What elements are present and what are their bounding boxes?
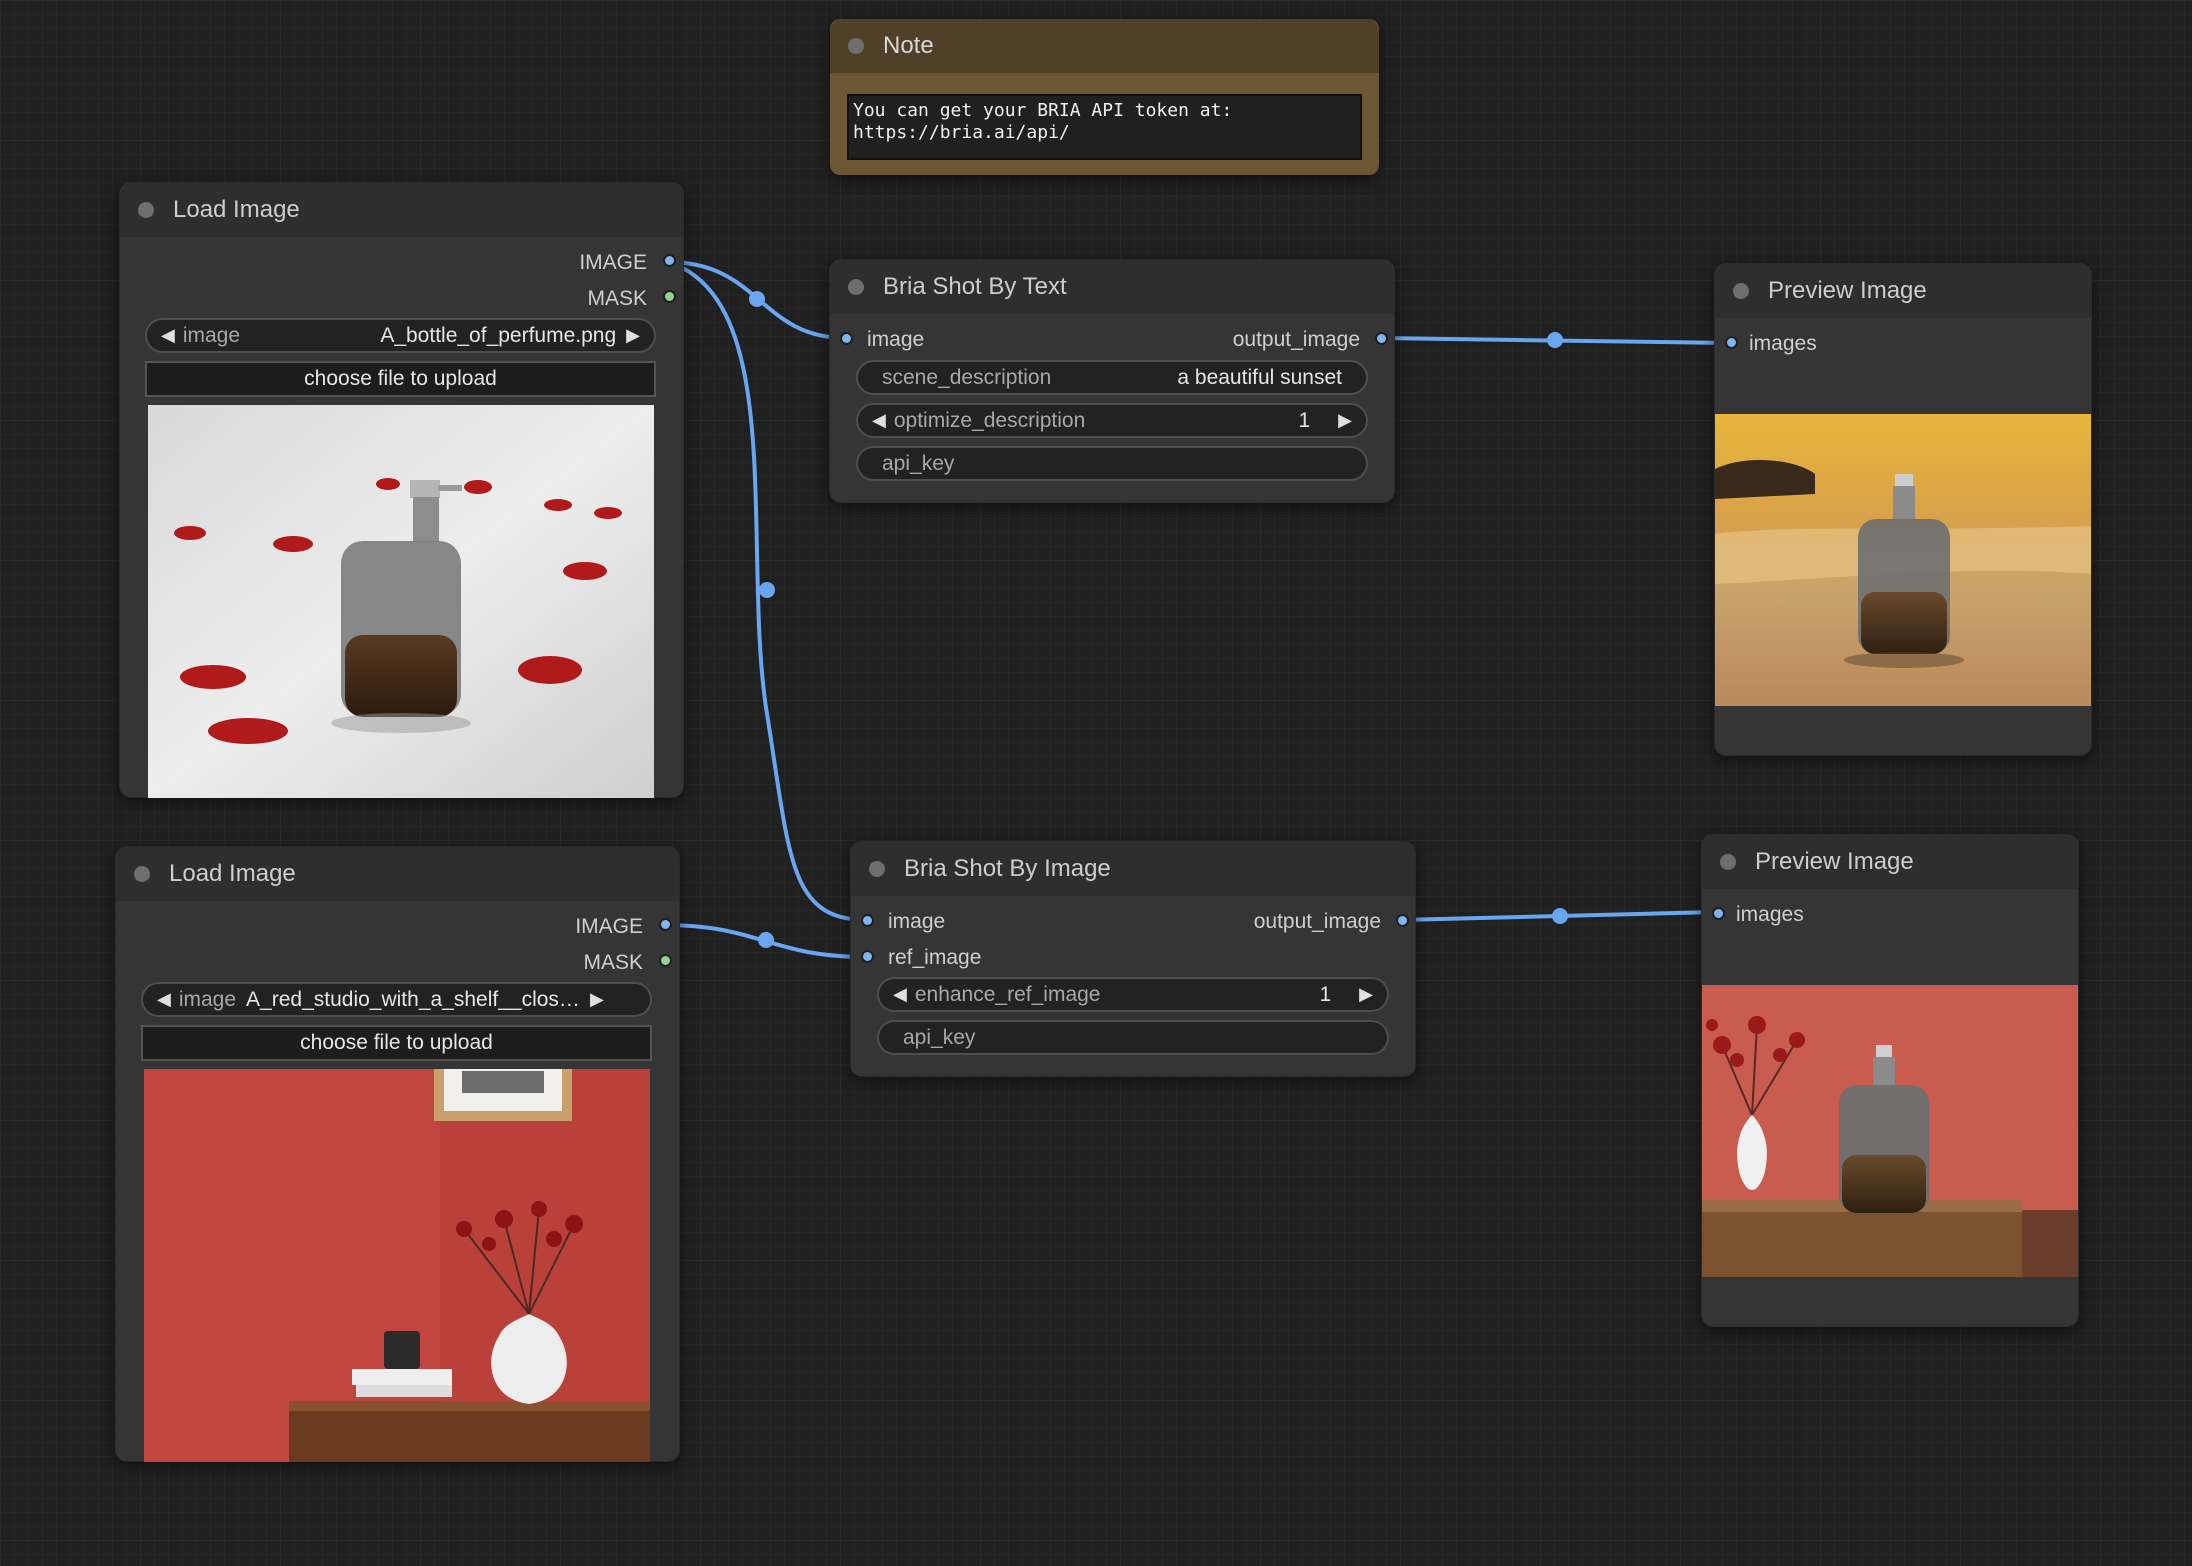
widget-name: enhance_ref_image — [914, 982, 1101, 1006]
input-port-image[interactable] — [861, 914, 874, 927]
decrement-arrow-icon[interactable]: ◀ — [893, 984, 907, 1005]
wire-reroute-dot — [758, 932, 774, 948]
combo-next-arrow-icon[interactable]: ▶ — [590, 989, 604, 1010]
widget-name: scene_description — [882, 365, 1052, 389]
preview-image-node-2[interactable]: Preview Image images — [1701, 834, 2079, 1327]
wire-reroute-dot — [759, 582, 775, 598]
output-label-mask: MASK — [587, 287, 647, 310]
combo-next-arrow-icon[interactable]: ▶ — [626, 325, 640, 346]
bria-shot-by-image-node[interactable]: Bria Shot By Image image ref_image outpu… — [850, 841, 1416, 1077]
note-line-1: You can get your BRIA API token at: — [853, 100, 1233, 121]
input-label-image: image — [888, 910, 946, 933]
output-image-preview — [1702, 985, 2078, 1277]
widget-name: api_key — [882, 451, 955, 475]
image-file-combo[interactable]: ◀ image A_bottle_of_perfume.png ▶ — [145, 318, 656, 353]
node-header[interactable]: Bria Shot By Image — [851, 842, 1415, 896]
optimize-description-stepper[interactable]: ◀ optimize_description 1 ▶ — [856, 403, 1368, 438]
wire-shot-by-image-to-preview2 — [1399, 910, 1719, 922]
node-title: Preview Image — [1768, 277, 1927, 304]
upload-button[interactable]: choose file to upload — [141, 1025, 652, 1061]
widget-name: api_key — [903, 1025, 976, 1049]
node-header[interactable]: Load Image — [116, 847, 679, 901]
wire-reroute-dot — [1552, 908, 1568, 924]
input-label-image: image — [867, 328, 925, 351]
enhance-ref-image-stepper[interactable]: ◀ enhance_ref_image 1 ▶ — [877, 977, 1389, 1012]
widget-name: optimize_description — [893, 408, 1086, 432]
node-header[interactable]: Preview Image — [1715, 264, 2091, 318]
node-title: Preview Image — [1755, 848, 1914, 875]
widget-value: 1 — [1319, 982, 1332, 1006]
output-image-preview — [1715, 414, 2091, 706]
input-port-images[interactable] — [1725, 336, 1738, 349]
decrement-arrow-icon[interactable]: ◀ — [872, 410, 886, 431]
image-preview — [148, 405, 654, 798]
output-port-image[interactable] — [659, 918, 672, 931]
note-title: Note — [883, 32, 934, 59]
note-textarea[interactable]: You can get your BRIA API token at: https… — [847, 94, 1362, 160]
node-title: Bria Shot By Text — [883, 273, 1067, 300]
output-port-mask[interactable] — [663, 290, 676, 303]
node-title: Bria Shot By Image — [904, 855, 1111, 882]
combo-name: image — [178, 987, 237, 1011]
image-preview — [144, 1069, 650, 1462]
output-label-image: IMAGE — [579, 251, 647, 274]
output-port-output-image[interactable] — [1396, 914, 1409, 927]
collapse-dot-icon[interactable] — [1733, 283, 1749, 299]
output-label-image: IMAGE — [575, 915, 643, 938]
input-label-images: images — [1749, 332, 1817, 355]
load-image-node-1[interactable]: Load Image IMAGE MASK ◀ image A_bottle_o… — [119, 182, 684, 798]
collapse-dot-icon[interactable] — [869, 861, 885, 877]
input-port-image[interactable] — [840, 332, 853, 345]
node-title: Load Image — [173, 196, 300, 223]
combo-value: A_red_studio_with_a_shelf__clos… — [246, 987, 580, 1011]
wire-reroute-dot — [1547, 332, 1563, 348]
preview-image-node-1[interactable]: Preview Image images — [1714, 263, 2092, 756]
output-port-mask[interactable] — [659, 954, 672, 967]
note-line-2: https://bria.ai/api/ — [853, 122, 1070, 143]
output-port-image[interactable] — [663, 254, 676, 267]
upload-button[interactable]: choose file to upload — [145, 361, 656, 397]
increment-arrow-icon[interactable]: ▶ — [1338, 410, 1352, 431]
api-key-field[interactable]: api_key — [856, 446, 1368, 481]
combo-prev-arrow-icon[interactable]: ◀ — [161, 325, 175, 346]
bria-shot-by-text-node[interactable]: Bria Shot By Text image output_image sce… — [829, 259, 1395, 503]
scene-description-field[interactable]: scene_description a beautiful sunset — [856, 360, 1368, 395]
increment-arrow-icon[interactable]: ▶ — [1359, 984, 1373, 1005]
wire-load2-to-shot-by-image-ref — [663, 923, 868, 959]
image-file-combo[interactable]: ◀ image A_red_studio_with_a_shelf__clos…… — [141, 982, 652, 1017]
collapse-dot-icon[interactable] — [1720, 854, 1736, 870]
combo-prev-arrow-icon[interactable]: ◀ — [157, 989, 171, 1010]
node-title: Load Image — [169, 860, 296, 887]
widget-value: 1 — [1298, 408, 1311, 432]
collapse-dot-icon[interactable] — [138, 202, 154, 218]
node-header[interactable]: Preview Image — [1702, 835, 2078, 889]
output-label-output-image: output_image — [1253, 910, 1381, 933]
wire-load1-to-shot-by-text — [667, 260, 847, 340]
input-label-ref-image: ref_image — [888, 946, 982, 969]
output-label-output-image: output_image — [1232, 328, 1360, 351]
widget-value: a beautiful sunset — [1177, 365, 1342, 389]
output-label-mask: MASK — [583, 951, 643, 974]
combo-name: image — [182, 323, 241, 347]
combo-value: A_bottle_of_perfume.png — [380, 323, 617, 347]
collapse-dot-icon[interactable] — [134, 866, 150, 882]
output-port-output-image[interactable] — [1375, 332, 1388, 345]
input-port-ref-image[interactable] — [861, 950, 874, 963]
collapse-dot-icon[interactable] — [848, 279, 864, 295]
note-node[interactable]: Note You can get your BRIA API token at:… — [830, 19, 1379, 175]
input-label-images: images — [1736, 903, 1804, 926]
wire-reroute-dot — [749, 291, 765, 307]
input-port-images[interactable] — [1712, 907, 1725, 920]
node-header[interactable]: Load Image — [120, 183, 683, 237]
node-header[interactable]: Bria Shot By Text — [830, 260, 1394, 314]
api-key-field[interactable]: api_key — [877, 1020, 1389, 1055]
note-header[interactable]: Note — [830, 19, 1379, 73]
wire-shot-by-text-to-preview1 — [1377, 336, 1732, 345]
collapse-dot-icon[interactable] — [848, 38, 864, 54]
load-image-node-2[interactable]: Load Image IMAGE MASK ◀ image A_red_stud… — [115, 846, 680, 1462]
